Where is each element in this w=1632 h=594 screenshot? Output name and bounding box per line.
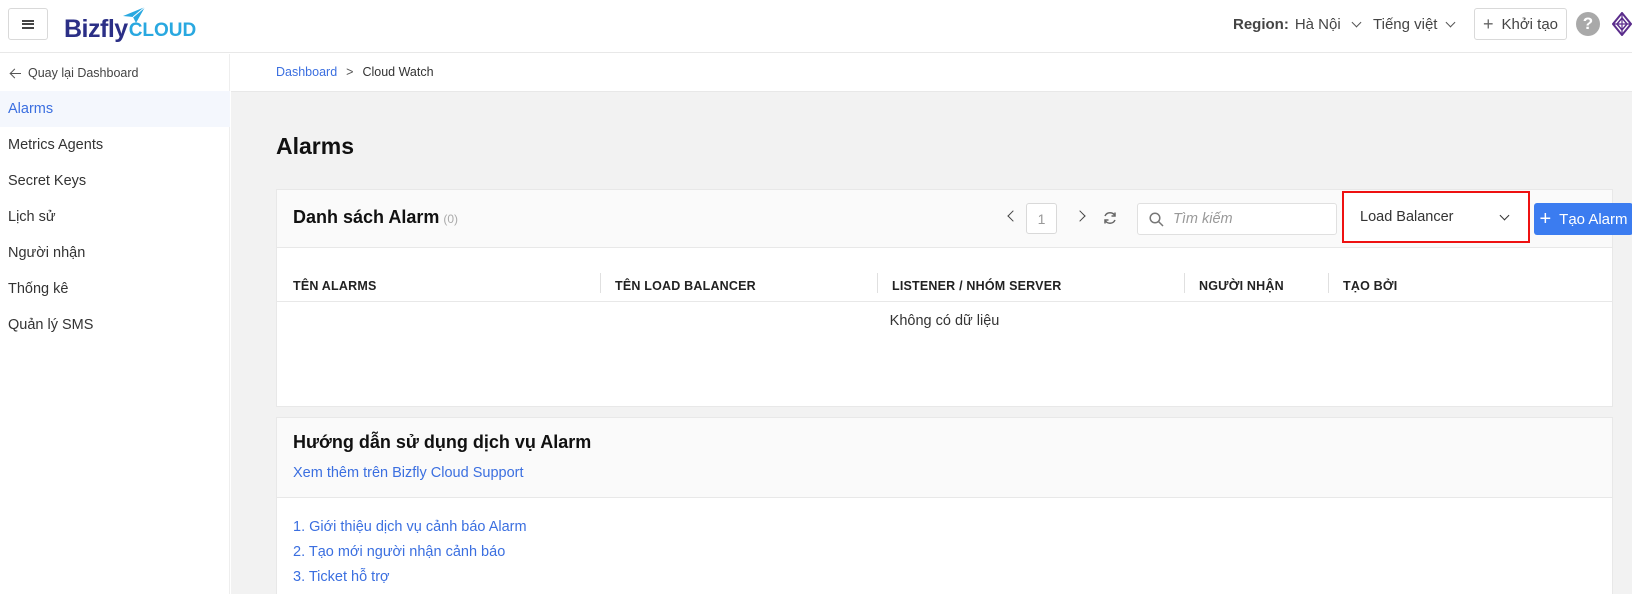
- sidebar-item-alarms[interactable]: Alarms: [0, 91, 230, 127]
- apps-icon[interactable]: [1612, 12, 1632, 36]
- guide-panel: Hướng dẫn sử dụng dịch vụ Alarm Xem thêm…: [276, 417, 1613, 594]
- menu-icon: [22, 19, 34, 29]
- region-selector[interactable]: Region: Hà Nội: [1233, 16, 1362, 33]
- alarm-count: (0): [443, 212, 459, 226]
- region-value: Hà Nội: [1294, 16, 1341, 33]
- breadcrumb-dashboard-link[interactable]: Dashboard: [276, 65, 337, 79]
- page-title: Alarms: [276, 133, 354, 159]
- refresh-icon[interactable]: [1102, 210, 1118, 226]
- search-input[interactable]: [1173, 211, 1323, 227]
- search-field[interactable]: [1137, 203, 1337, 235]
- current-page-input[interactable]: 1: [1026, 203, 1057, 234]
- column-header-listener[interactable]: LISTENER / NHÓM SERVER: [892, 279, 1061, 293]
- chevron-down-icon: [1351, 17, 1362, 28]
- breadcrumb: Dashboard > Cloud Watch: [276, 65, 434, 79]
- breadcrumb-current: Cloud Watch: [362, 65, 434, 79]
- empty-state-text: Không có dữ liệu: [889, 313, 1000, 329]
- alarm-table-header: TÊN ALARMS TÊN LOAD BALANCER LISTENER / …: [277, 249, 1612, 302]
- sidebar-item-secret-keys[interactable]: Secret Keys: [0, 163, 230, 199]
- menu-button[interactable]: [8, 8, 48, 40]
- alarm-type-select[interactable]: Load Balancer: [1342, 191, 1530, 243]
- column-header-load-balancer[interactable]: TÊN LOAD BALANCER: [615, 279, 756, 293]
- sidebar: Quay lại Dashboard Alarms Metrics Agents…: [0, 54, 230, 594]
- logo-main-text: Bizfly: [64, 15, 128, 43]
- alarm-list-title-text: Danh sách Alarm: [293, 207, 440, 227]
- guide-link-intro[interactable]: 1. Giới thiệu dịch vụ cảnh báo Alarm: [293, 515, 527, 540]
- column-divider: [600, 273, 601, 293]
- column-header-alarm-name[interactable]: TÊN ALARMS: [293, 279, 376, 293]
- column-header-created-by[interactable]: TẠO BỞI: [1343, 279, 1397, 293]
- sidebar-item-statistics[interactable]: Thống kê: [0, 271, 230, 307]
- plus-icon: +: [1539, 208, 1552, 230]
- sidebar-item-recipients[interactable]: Người nhận: [0, 235, 230, 271]
- sidebar-item-metrics-agents[interactable]: Metrics Agents: [0, 127, 230, 163]
- create-resource-label: Khởi tạo: [1501, 15, 1559, 33]
- sidebar-nav: Alarms Metrics Agents Secret Keys Lịch s…: [0, 91, 230, 343]
- sidebar-item-sms-management[interactable]: Quản lý SMS: [0, 307, 230, 343]
- guide-links: 1. Giới thiệu dịch vụ cảnh báo Alarm 2. …: [293, 515, 527, 590]
- top-bar: Bizfly CLOUD Region: Hà Nội Tiếng việt +…: [0, 0, 1632, 53]
- alarm-type-selected: Load Balancer: [1360, 209, 1454, 225]
- chevron-left-icon[interactable]: [1007, 210, 1019, 222]
- guide-title: Hướng dẫn sử dụng dịch vụ Alarm: [293, 432, 592, 452]
- guide-header: Hướng dẫn sử dụng dịch vụ Alarm Xem thêm…: [277, 418, 1612, 498]
- arrow-left-icon: [10, 68, 21, 78]
- create-alarm-label: Tạo Alarm: [1559, 210, 1628, 228]
- alarm-list-title: Danh sách Alarm (0): [293, 207, 458, 228]
- search-icon: [1149, 211, 1164, 227]
- chevron-down-icon: [1446, 17, 1456, 28]
- create-resource-button[interactable]: + Khởi tạo: [1474, 8, 1567, 40]
- chevron-right-icon[interactable]: [1074, 210, 1086, 222]
- logo[interactable]: Bizfly CLOUD: [64, 6, 196, 44]
- region-label: Region:: [1233, 16, 1289, 33]
- chevron-down-icon: [1499, 210, 1510, 220]
- support-link[interactable]: Xem thêm trên Bizfly Cloud Support: [293, 465, 524, 481]
- breadcrumb-bar: Dashboard > Cloud Watch: [231, 54, 1632, 92]
- language-selector[interactable]: Tiếng việt: [1373, 16, 1456, 33]
- back-to-dashboard-link[interactable]: Quay lại Dashboard: [10, 66, 138, 80]
- language-value: Tiếng việt: [1373, 16, 1438, 33]
- plus-icon: +: [1482, 14, 1494, 34]
- guide-link-support-ticket[interactable]: 3. Ticket hỗ trợ: [293, 565, 527, 590]
- sidebar-item-history[interactable]: Lịch sử: [0, 199, 230, 235]
- column-header-recipients[interactable]: NGƯỜI NHẬN: [1199, 279, 1284, 293]
- main-content: Dashboard > Cloud Watch Alarms Danh sách…: [231, 54, 1632, 594]
- back-link-label: Quay lại Dashboard: [28, 66, 139, 80]
- breadcrumb-separator: >: [346, 65, 354, 79]
- guide-link-new-recipient[interactable]: 2. Tạo mới người nhận cảnh báo: [293, 540, 527, 565]
- help-icon[interactable]: ?: [1576, 12, 1600, 36]
- create-alarm-button[interactable]: + Tạo Alarm: [1534, 203, 1632, 235]
- column-divider: [877, 273, 878, 293]
- alarm-list-panel: Danh sách Alarm(0) 1 Load Balancer: [276, 189, 1632, 407]
- paper-plane-icon: [123, 6, 146, 23]
- column-divider: [1328, 273, 1329, 293]
- alarm-list-header: Danh sách Alarm(0) 1 Load Balancer: [277, 190, 1632, 248]
- column-divider: [1184, 273, 1185, 293]
